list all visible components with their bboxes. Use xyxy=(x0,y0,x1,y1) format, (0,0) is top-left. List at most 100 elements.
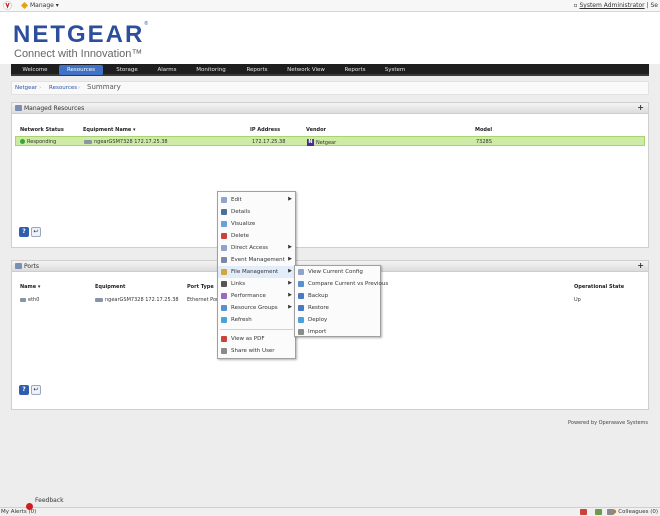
cell-op-state: Up xyxy=(574,297,581,303)
col-equipment[interactable]: Equipment xyxy=(95,284,125,290)
groups-icon xyxy=(221,305,227,311)
tab-reports-2[interactable]: Reports xyxy=(337,65,373,75)
feedback-link[interactable]: Feedback xyxy=(35,497,64,504)
resources-icon xyxy=(15,105,22,111)
manage-label: Manage xyxy=(30,2,54,9)
submenu-arrow-icon: ▶ xyxy=(288,292,292,298)
tab-reports-1[interactable]: Reports xyxy=(237,65,277,75)
status-ok-icon xyxy=(20,139,25,144)
header: NETGEAR® Connect with Innovation™ xyxy=(0,12,660,64)
submenu-arrow-icon: ▶ xyxy=(288,268,292,274)
menu-item-resource-groups[interactable]: Resource Groups ▶ xyxy=(218,302,295,314)
tab-system[interactable]: System xyxy=(377,65,413,75)
menu-item-event-management[interactable]: Event Management ▶ xyxy=(218,254,295,266)
ports-icon xyxy=(15,263,22,269)
cell-port-type: Ethernet Port xyxy=(187,297,217,303)
menu-item-share[interactable]: Share with User xyxy=(218,345,295,357)
panel-title: Ports xyxy=(24,263,40,270)
refresh-button[interactable]: ↩ xyxy=(31,385,41,395)
submenu-item-restore[interactable]: Restore xyxy=(295,302,380,314)
submenu-item-import[interactable]: Import xyxy=(295,326,380,338)
help-button[interactable]: ? xyxy=(19,227,29,237)
col-vendor[interactable]: Vendor xyxy=(306,127,326,133)
submenu-arrow-icon: ▶ xyxy=(288,196,292,202)
col-operational-state[interactable]: Operational State xyxy=(574,284,624,290)
cell-equipment: ngearGSM7328 172.17.25.38 xyxy=(84,139,168,145)
menu-divider xyxy=(220,329,293,330)
col-ip-address[interactable]: IP Address xyxy=(250,127,280,133)
visualize-icon xyxy=(221,221,227,227)
cell-port-name[interactable]: eth0 xyxy=(20,297,39,303)
signout-label[interactable]: Se xyxy=(651,2,659,9)
col-model[interactable]: Model xyxy=(475,127,492,133)
tab-storage[interactable]: Storage xyxy=(107,65,147,75)
menu-item-file-management[interactable]: File Management ▶ xyxy=(218,266,295,278)
pencil-icon xyxy=(20,1,29,10)
panel-title: Managed Resources xyxy=(24,105,85,112)
context-menu: Edit ▶ Details Visualize Delete Direct Ac… xyxy=(217,191,296,359)
settings-icon[interactable] xyxy=(607,509,614,515)
file-management-submenu: View Current Config Compare Current vs P… xyxy=(294,265,388,338)
switch-icon xyxy=(95,297,103,302)
delete-icon xyxy=(221,233,227,239)
direct-access-icon xyxy=(221,245,227,251)
chevron-down-icon: ▾ xyxy=(55,2,59,9)
panel-header: Managed Resources + xyxy=(12,103,648,114)
manage-menu[interactable]: Manage ▾ xyxy=(20,1,59,10)
status-bar: My Alerts (0) ● Colleagues (0) xyxy=(0,503,660,516)
port-icon xyxy=(20,297,26,302)
submenu-item-view-config[interactable]: View Current Config xyxy=(295,266,380,278)
breadcrumb-separator: › xyxy=(78,85,81,91)
menu-item-delete[interactable]: Delete xyxy=(218,230,295,242)
breadcrumb-separator: › xyxy=(39,85,42,91)
details-icon xyxy=(221,209,227,215)
menu-item-performance[interactable]: Performance ▶ xyxy=(218,290,295,302)
share-icon xyxy=(221,348,227,354)
mail-icon[interactable] xyxy=(580,509,587,515)
col-name[interactable]: Name ▾ xyxy=(20,284,40,290)
import-icon xyxy=(298,329,304,335)
menu-item-edit[interactable]: Edit ▶ xyxy=(218,194,295,206)
submenu-item-deploy[interactable]: Deploy xyxy=(295,314,380,326)
tab-monitoring[interactable]: Monitoring xyxy=(189,65,233,75)
menu-item-refresh[interactable]: Refresh xyxy=(218,314,295,326)
breadcrumb-netgear[interactable]: Netgear xyxy=(15,85,37,91)
restore-icon xyxy=(298,305,304,311)
help-button[interactable]: ? xyxy=(19,385,29,395)
managed-resources-panel: Managed Resources + Network Status Equip… xyxy=(11,102,649,248)
col-network-status[interactable]: Network Status xyxy=(20,127,64,133)
colleagues[interactable]: ● Colleagues (0) xyxy=(612,509,658,515)
brand-logo: NETGEAR® xyxy=(13,21,149,48)
tab-alarms[interactable]: Alarms xyxy=(149,65,185,75)
chat-icon[interactable] xyxy=(595,509,602,515)
expand-icon[interactable]: + xyxy=(637,261,644,270)
submenu-item-backup[interactable]: Backup xyxy=(295,290,380,302)
menu-item-details[interactable]: Details xyxy=(218,206,295,218)
expand-icon[interactable]: + xyxy=(637,103,644,112)
breadcrumb-resources[interactable]: Resources xyxy=(49,85,77,91)
event-icon xyxy=(221,257,227,263)
tab-network-view[interactable]: Network View xyxy=(283,65,329,75)
tab-resources[interactable]: Resources xyxy=(59,65,103,75)
top-bar: Manage ▾ ▫ System Administrator | Se xyxy=(0,0,660,12)
cell-vendor: N Netgear xyxy=(307,139,337,146)
col-equipment-name[interactable]: Equipment Name ▾ xyxy=(83,127,136,133)
menu-item-direct-access[interactable]: Direct Access ▶ xyxy=(218,242,295,254)
cell-port-equipment: ngearGSM7328 172.17.25.38 xyxy=(95,297,179,303)
menu-item-view-pdf[interactable]: View as PDF xyxy=(218,333,295,345)
breadcrumb-current: Summary xyxy=(87,83,121,91)
submenu-item-compare[interactable]: Compare Current vs Previous xyxy=(295,278,388,290)
refresh-button[interactable]: ↩ xyxy=(31,227,41,237)
tab-welcome[interactable]: Welcome xyxy=(15,65,55,75)
col-port-type[interactable]: Port Type xyxy=(187,284,214,290)
user-label: System Administrator xyxy=(579,2,645,9)
user-menu[interactable]: ▫ System Administrator | Se xyxy=(573,2,658,9)
cell-model: 7328S xyxy=(476,139,492,145)
menu-item-links[interactable]: Links ▶ xyxy=(218,278,295,290)
app-logo-icon[interactable] xyxy=(3,1,12,10)
table-row[interactable]: Responding ngearGSM7328 172.17.25.38 172… xyxy=(15,136,645,146)
menu-item-visualize[interactable]: Visualize xyxy=(218,218,295,230)
view-config-icon xyxy=(298,269,304,275)
main-nav: Welcome Resources Storage Alarms Monitor… xyxy=(11,64,649,76)
my-alerts[interactable]: My Alerts (0) xyxy=(1,509,36,515)
